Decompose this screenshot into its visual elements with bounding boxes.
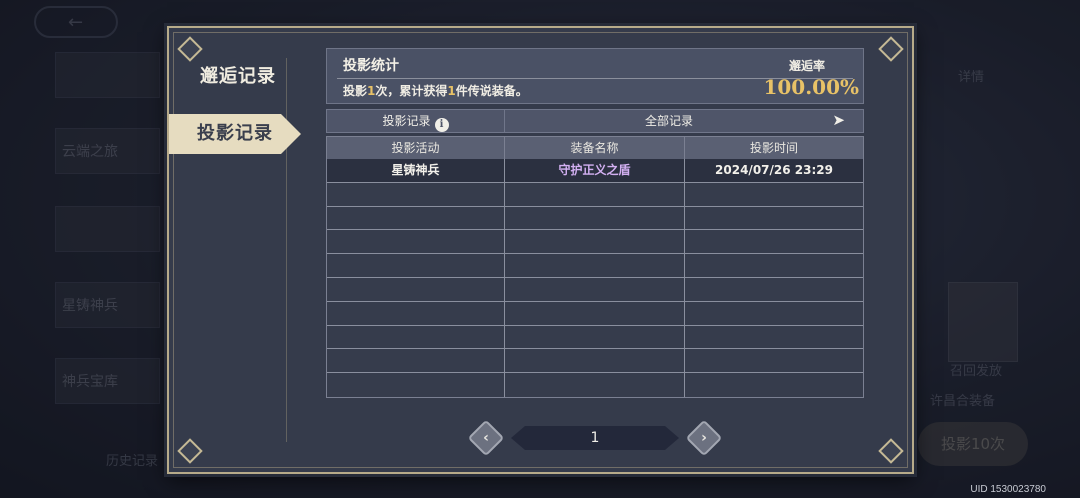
filter-label: 投影记录 i [327, 110, 505, 132]
table-row-empty [327, 182, 863, 207]
next-page-button[interactable]: › [685, 419, 723, 457]
stats-description: 投影1次，累计获得1件传说装备。 [343, 84, 528, 98]
table-row-empty [327, 254, 863, 278]
table-row-empty [327, 325, 863, 350]
table-row-empty [327, 206, 863, 231]
cell-item: 守护正义之盾 [505, 159, 685, 182]
sidenav-item-projection-records[interactable]: 投影记录 [169, 114, 301, 154]
column-header-time: 投影时间 [749, 141, 798, 155]
table-header: 投影活动 装备名称 投影时间 [327, 137, 863, 159]
column-header-activity: 投影活动 [327, 137, 505, 159]
records-table: 投影活动 装备名称 投影时间 星铸神兵 守护正义之盾 2024/07/26 23… [326, 136, 864, 398]
chevron-right-icon[interactable]: ➤ [832, 111, 845, 129]
uid-label: UID 1530023780 [970, 484, 1046, 495]
legend-count: 1 [447, 84, 456, 98]
cell-time: 2024/07/26 23:29 [715, 163, 833, 177]
encounter-rate-label: 邂逅率 [788, 59, 825, 73]
page-number: 1 [511, 426, 679, 450]
table-row-empty [327, 301, 863, 326]
record-filter-bar: 投影记录 i 全部记录 ➤ [326, 109, 864, 133]
chevron-right-icon: › [701, 430, 707, 446]
encounter-rate-value: 100.00% [763, 75, 859, 99]
sidenav-item-encounter-records[interactable]: 邂逅记录 [183, 62, 293, 92]
table-row-empty [327, 349, 863, 374]
sidenav-divider [286, 58, 287, 442]
stats-title: 投影统计 [343, 58, 399, 74]
previous-page-button[interactable]: ‹ [467, 419, 505, 457]
corner-ornament [878, 438, 904, 464]
table-row-empty [327, 277, 863, 302]
info-icon[interactable]: i [434, 118, 449, 132]
corner-ornament [177, 36, 203, 62]
corner-ornament [177, 438, 203, 464]
table-row: 星铸神兵 守护正义之盾 2024/07/26 23:29 [327, 159, 863, 183]
chevron-left-icon: ‹ [483, 430, 489, 446]
table-body: 星铸神兵 守护正义之盾 2024/07/26 23:29 [327, 159, 863, 397]
column-header-item: 装备名称 [505, 137, 685, 159]
cell-activity: 星铸神兵 [327, 159, 505, 182]
table-row-empty [327, 373, 863, 397]
projection-stats-panel: 投影统计 投影1次，累计获得1件传说装备。 邂逅率 100.00% [326, 48, 864, 104]
table-row-empty [327, 230, 863, 255]
corner-ornament [878, 36, 904, 62]
records-dialog: 邂逅记录 投影记录 投影统计 投影1次，累计获得1件传说装备。 邂逅率 100.… [167, 26, 914, 474]
filter-dropdown[interactable]: 全部记录 [505, 110, 833, 132]
